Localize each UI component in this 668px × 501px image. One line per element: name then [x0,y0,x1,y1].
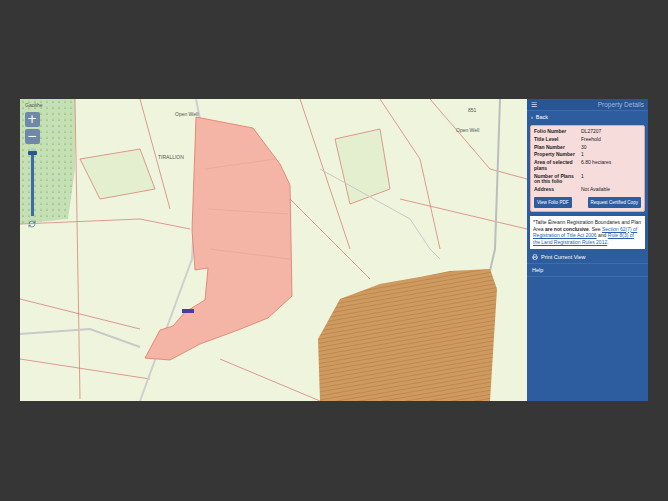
detail-value: 1 [581,174,641,186]
zoom-control: +− [24,112,40,228]
details-list: Folio NumberDL27207Title LevelFreeholdPl… [534,129,641,193]
map-label: TIRALLION [158,154,184,160]
selected-parcel[interactable] [145,117,292,360]
back-icon: › [531,114,533,120]
viewer: GaoitheOpen WellOpen WellTIRALLION851+−☰… [20,99,648,401]
detail-label: Plan Number [534,145,578,151]
menu-icon[interactable]: ☰ [531,101,537,109]
detail-value: DL27207 [581,129,641,135]
map-label: Open Well [456,127,479,133]
detail-label: Address [534,187,578,193]
note-text: and [597,232,608,238]
action-button[interactable]: View Folio PDF [534,197,572,208]
detail-value: Not Available [581,187,641,193]
field [80,149,155,199]
detail-value: Freehold [581,137,641,143]
detail-label: Folio Number [534,129,578,135]
map[interactable]: GaoitheOpen WellOpen WellTIRALLION851+− [20,99,527,401]
detail-value: 1 [581,152,641,158]
woodland [20,99,75,224]
map-label: Open Well [175,111,198,117]
button-row: View Folio PDF Request Certified Copy [534,197,641,208]
map-label: Gaoithe [25,102,43,108]
zoom-slider[interactable] [31,148,34,216]
zoom-slider-handle[interactable] [28,151,37,155]
back-link[interactable]: ›Back [527,111,648,123]
detail-label: Area of selected plans [534,160,578,172]
detail-label: Number of Plans on this folio [534,174,578,186]
action-button[interactable]: Request Certified Copy [588,197,642,208]
forestry [318,269,497,401]
boundary-lines [20,99,527,401]
refresh-icon[interactable] [28,220,36,228]
page: GaoitheOpen WellOpen WellTIRALLION851+−☰… [0,0,668,501]
map-canvas[interactable]: Gaoithe Open Well Open Well TIRALLION 851 [20,99,527,401]
detail-value: 6.80 hectares [581,160,641,172]
roads [20,99,500,401]
note-text: . [607,239,608,245]
property-panel: ☰ Property Details ›Back Folio NumberDL2720… [527,99,648,401]
details-card: Folio NumberDL27207Title LevelFreeholdPl… [530,125,645,212]
zoom-out-button[interactable]: − [25,129,40,144]
detail-label: Title Level [534,137,578,143]
zoom-in-button[interactable]: + [25,112,40,127]
detail-label: Property Number [534,152,578,158]
zoom-slider-fill [31,153,34,216]
panel-title: Property Details [598,101,644,108]
note-emphasis: are not conclusive [545,226,589,232]
panel-link[interactable]: Help [527,264,648,277]
map-label: 851 [468,107,477,113]
panel-link[interactable]: Print Current View [527,251,648,264]
location-marker [182,309,194,313]
note-text: . See [589,226,602,232]
printer-icon [532,254,538,260]
panel-header: ☰ Property Details [527,99,648,111]
detail-value: 30 [581,145,641,151]
disclaimer-note: *Tailte Éireann Registration Boundaries … [530,216,645,249]
